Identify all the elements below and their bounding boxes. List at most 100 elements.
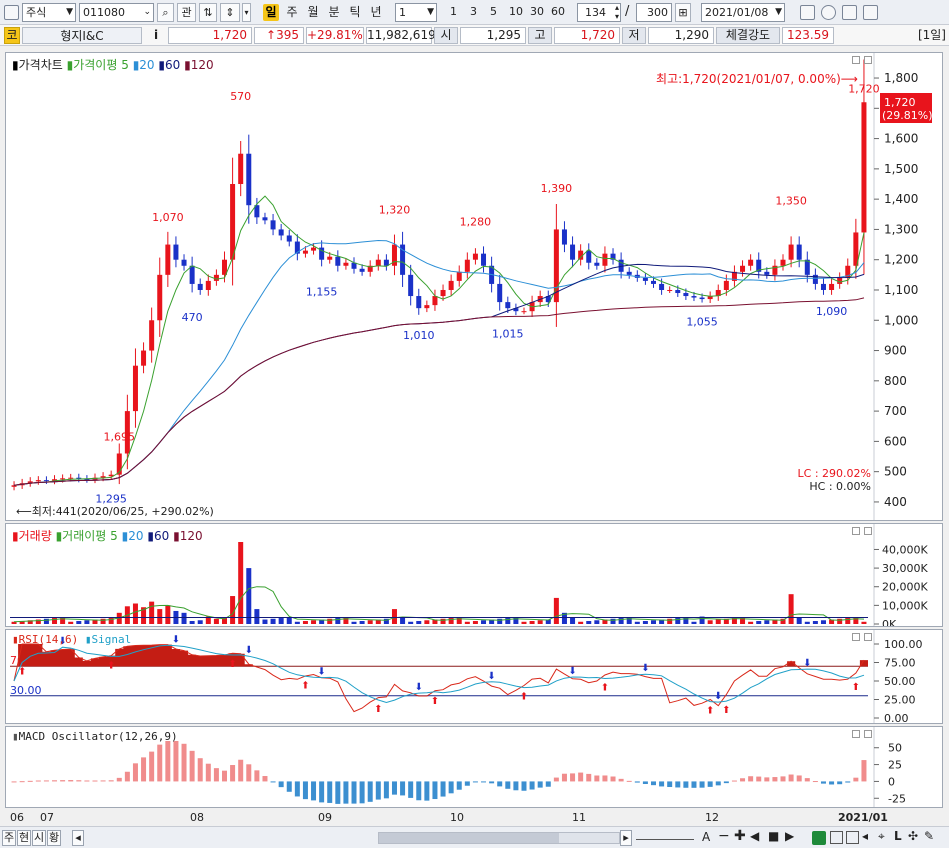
panel-minimize-icon[interactable]: [852, 730, 860, 738]
panel-close-icon[interactable]: [864, 527, 872, 535]
price-chart[interactable]: 1,8001,7001,6001,5001,4001,3001,2001,100…: [6, 53, 942, 520]
panel-close-icon[interactable]: [864, 730, 872, 738]
sync-button[interactable]: ⇅: [199, 3, 217, 22]
quick-interval-10[interactable]: 10: [506, 3, 526, 22]
spin-icon[interactable]: ▴ ▾: [615, 3, 619, 21]
tools-icon[interactable]: [863, 5, 878, 20]
candle-body: [505, 302, 511, 309]
date-select[interactable]: 2021/01/08 ▼: [701, 3, 785, 22]
save-icon[interactable]: [830, 831, 843, 844]
stepper-button[interactable]: ⇕: [220, 3, 240, 22]
quick-interval-60[interactable]: 60: [548, 3, 568, 22]
last-icon[interactable]: ▶: [785, 829, 794, 843]
search-button[interactable]: ⌕: [157, 3, 174, 22]
period-tab-3[interactable]: 분: [326, 4, 342, 21]
panel-minimize-icon[interactable]: [852, 527, 860, 535]
stock-name[interactable]: 형지I&C: [22, 27, 142, 44]
grid-icon[interactable]: [846, 831, 859, 844]
panel-close-icon[interactable]: [864, 56, 872, 64]
price-annotation: 1,010: [403, 329, 435, 342]
macd-bar: [11, 781, 17, 783]
panel-minimize-icon[interactable]: [852, 56, 860, 64]
panel-minimize-icon[interactable]: [852, 633, 860, 641]
candle-body: [764, 271, 770, 275]
y-tick-label: 0: [888, 775, 895, 788]
favorites-button[interactable]: 관: [177, 3, 196, 22]
macd-bar: [675, 781, 681, 788]
total-count-input[interactable]: 300: [636, 3, 672, 22]
panel-close-icon[interactable]: [864, 633, 872, 641]
market-select[interactable]: 주식 ▼: [22, 3, 76, 22]
right-arrow-icon: ▸: [623, 831, 629, 844]
scroll-right-button[interactable]: ▸: [620, 830, 632, 846]
y-tick-label: 800: [884, 374, 907, 388]
volume-bar: [634, 621, 640, 624]
back-icon[interactable]: ◂: [862, 829, 868, 843]
volume-bar: [756, 621, 762, 624]
quick-interval-5[interactable]: 5: [485, 3, 502, 22]
stop-icon[interactable]: ■: [768, 829, 779, 843]
volume-panel[interactable]: 40,000K 30,000K 20,000K 10,000K 0K ▮거래량 ▮거래이…: [5, 523, 943, 627]
volume-bar: [456, 617, 462, 624]
bottom-tab-1[interactable]: 현: [17, 830, 31, 846]
code-input[interactable]: 011080 ⌄: [79, 3, 154, 22]
pen-icon[interactable]: ✎: [924, 829, 934, 843]
macd-bar: [456, 781, 462, 790]
total-count-value: 300: [647, 6, 668, 19]
plus-icon[interactable]: ✚: [734, 828, 746, 844]
period-tab-4[interactable]: 틱: [347, 4, 363, 21]
volume-bar: [327, 618, 333, 624]
volume-bar: [481, 620, 487, 624]
volume-bar: [748, 621, 754, 624]
interval-select[interactable]: 1 ▼: [395, 3, 437, 22]
period-tab-0[interactable]: 일: [263, 4, 279, 21]
chart-type-icon[interactable]: [800, 5, 815, 20]
period-tab-1[interactable]: 주: [284, 4, 300, 21]
macd-bar: [537, 781, 543, 788]
macd-panel[interactable]: 50 25 0 -25 ▮MACD Oscillator(12,26,9): [5, 726, 943, 808]
period-tab-2[interactable]: 월: [305, 4, 321, 21]
move-icon[interactable]: ✣: [908, 829, 918, 843]
rsi-chart[interactable]: 100.0075.0050.0025.000.0070.0030.00⬆⬇⬆⬇⬆…: [6, 630, 942, 723]
period-tab-5[interactable]: 년: [368, 4, 384, 21]
price-panel[interactable]: 1,8001,7001,6001,5001,4001,3001,2001,100…: [5, 52, 943, 521]
macd-bar: [116, 777, 122, 782]
save-icon[interactable]: [842, 5, 857, 20]
x-axis-label: 12: [705, 811, 719, 824]
candle-body: [740, 265, 746, 272]
scrollbar-thumb[interactable]: [379, 833, 559, 843]
scrollbar-track[interactable]: [378, 832, 620, 844]
quick-interval-1[interactable]: 1: [445, 3, 462, 22]
info-icon[interactable]: i: [147, 27, 165, 44]
bottom-tab-0[interactable]: 주: [2, 830, 16, 846]
candle-body: [213, 274, 219, 281]
line-icon[interactable]: L: [894, 829, 902, 843]
macd-bar: [383, 781, 389, 799]
excel-icon[interactable]: [812, 831, 826, 845]
first-icon[interactable]: ◀: [750, 829, 759, 843]
rsi-panel[interactable]: 100.0075.0050.0025.000.0070.0030.00⬆⬇⬆⬇⬆…: [5, 629, 943, 724]
macd-bar: [529, 781, 535, 790]
gear-icon[interactable]: [821, 5, 836, 20]
zoom-slider[interactable]: [636, 835, 694, 840]
visible-count-input[interactable]: 134 ▴ ▾: [577, 3, 621, 22]
cursor-icon[interactable]: ⌖: [878, 829, 885, 844]
chevron-down-icon: ⌄: [143, 7, 151, 17]
market-select-value: 주식: [26, 6, 47, 19]
macd-bar: [19, 781, 25, 783]
volume-bar: [440, 618, 446, 624]
macd-bar: [189, 750, 195, 782]
menu-arrow-icon[interactable]: [4, 5, 19, 20]
zoom-fit-button[interactable]: ⊞: [675, 3, 691, 22]
minus-icon[interactable]: −: [718, 828, 730, 844]
quick-interval-30[interactable]: 30: [527, 3, 547, 22]
text-size-button[interactable]: A: [702, 830, 710, 844]
dropdown-button[interactable]: ▾: [242, 3, 251, 22]
scroll-left-button[interactable]: ◂: [72, 830, 84, 846]
macd-bar: [691, 781, 697, 788]
volume-bar: [197, 620, 203, 624]
quick-interval-3[interactable]: 3: [465, 3, 482, 22]
bottom-tab-3[interactable]: 황: [47, 830, 61, 846]
bottom-tab-2[interactable]: 시: [32, 830, 46, 846]
volume-bar: [351, 621, 357, 624]
